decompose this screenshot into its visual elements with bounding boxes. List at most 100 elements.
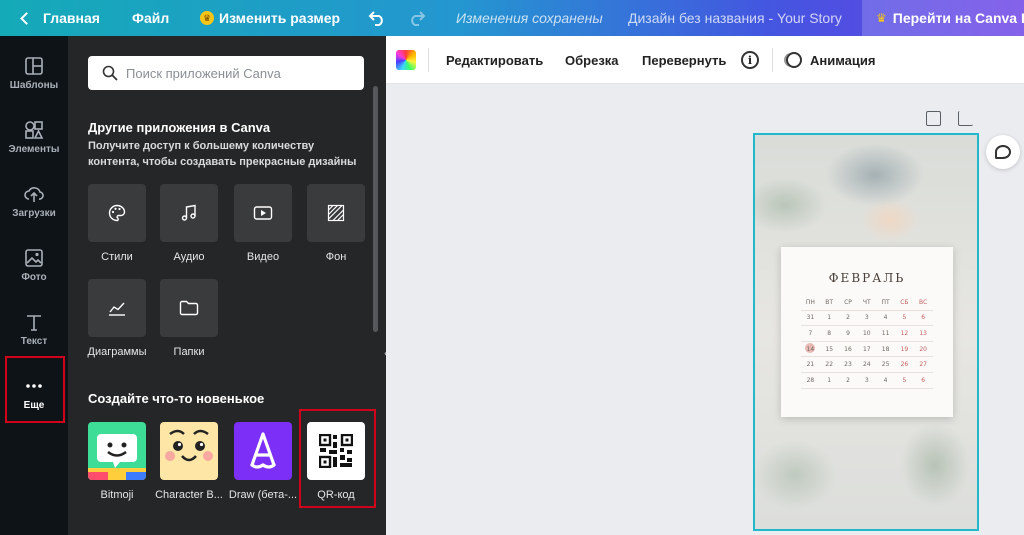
comment-icon	[995, 145, 1011, 159]
chart-icon	[109, 302, 125, 316]
app-tile-video[interactable]	[234, 184, 292, 242]
calendar-week-row: 7 8 9 10 11 12 13	[801, 326, 933, 342]
bitmoji-icon	[88, 434, 146, 480]
app-label: Draw (бета-...	[228, 489, 298, 501]
calendar-week-row: 14 15 16 17 18 19 20	[801, 342, 933, 358]
calendar-day: 8	[820, 330, 839, 337]
document-title[interactable]: Дизайн без названия - Your Story	[628, 0, 842, 36]
panel-scrollbar[interactable]	[373, 86, 378, 332]
calendar-day-number: 31	[806, 314, 815, 322]
edit-image-button[interactable]: Редактировать	[446, 36, 543, 84]
animate-button[interactable]: Анимация	[786, 36, 875, 84]
undo-icon	[368, 11, 383, 26]
calendar-day: 26	[895, 361, 914, 368]
upgrade-pro-button[interactable]: ♛ Перейти на Canva Pro	[862, 0, 1024, 36]
crop-button[interactable]: Обрезка	[565, 36, 619, 84]
redo-icon	[411, 11, 426, 26]
rail-item-photo[interactable]: Фото	[0, 242, 68, 298]
calendar-day-number: 19	[900, 345, 909, 353]
app-tile-charts[interactable]	[88, 279, 146, 337]
calendar-day-number: 22	[825, 361, 834, 369]
calendar-day-number: 20	[919, 345, 927, 353]
calendar-day-number: 6	[921, 314, 926, 322]
undo-button[interactable]	[368, 0, 386, 36]
calendar-day: 28	[801, 377, 820, 384]
calendar-day-number: 18	[881, 345, 890, 353]
rail-item-text[interactable]: Текст	[0, 306, 68, 362]
calendar-grid: ПН ВТ СР ЧТ ПТ СБ ВС 31 1 2 3 4 5 6 7 8 9 10 11 12 13…	[801, 295, 933, 389]
app-label: Character B...	[155, 489, 223, 501]
app-tile-character-builder[interactable]	[160, 422, 218, 480]
toolbar-divider	[428, 48, 429, 72]
add-page-icon[interactable]	[958, 111, 973, 126]
calendar-day-number: 5	[902, 376, 907, 384]
rail-item-uploads[interactable]: Загрузки	[0, 178, 68, 234]
pattern-icon	[327, 204, 345, 222]
app-label: Видео	[246, 251, 280, 263]
calendar-day: 2	[839, 314, 858, 321]
calendar-day: 4	[876, 314, 895, 321]
app-tile-folders[interactable]	[160, 279, 218, 337]
app-tile-audio[interactable]	[160, 184, 218, 242]
comment-button[interactable]	[986, 135, 1020, 169]
music-icon	[181, 204, 196, 221]
app-tile-draw[interactable]	[234, 422, 292, 480]
calendar-day-number: 14	[806, 345, 815, 353]
calendar-day-number: 2	[846, 314, 850, 322]
calendar-day: 13	[914, 330, 933, 337]
calendar-day-number: 6	[921, 376, 926, 384]
app-tile-styles[interactable]	[88, 184, 146, 242]
weekday-label: СР	[844, 298, 852, 306]
resize-button[interactable]: ♛ Изменить размер	[200, 0, 340, 36]
rail-item-templates[interactable]: Шаблоны	[0, 50, 68, 106]
calendar-day: 11	[876, 330, 895, 337]
calendar-day: 1	[820, 314, 839, 321]
duplicate-page-icon[interactable]	[926, 111, 941, 126]
search-box[interactable]	[88, 56, 364, 90]
rail-label: Шаблоны	[9, 80, 59, 91]
calendar-day: 23	[839, 361, 858, 368]
animate-label: Анимация	[810, 52, 876, 68]
calendar-day: 25	[876, 361, 895, 368]
editor-toolbar: Редактировать Обрезка Перевернуть i Аним…	[386, 36, 1024, 84]
search-input[interactable]	[126, 65, 346, 81]
calendar-day: 1	[820, 377, 839, 384]
calendar-card[interactable]: ФЕВРАЛЬ ПН ВТ СР ЧТ ПТ СБ ВС 31 1 2 3 4 5 6 7 8 9…	[781, 247, 953, 417]
calendar-day: 7	[801, 330, 820, 337]
flip-button[interactable]: Перевернуть	[642, 36, 726, 84]
calendar-day: 21	[801, 361, 820, 368]
info-button[interactable]: i	[741, 36, 759, 84]
calendar-day-number: 4	[883, 314, 888, 322]
home-button[interactable]: Главная	[20, 0, 100, 36]
app-tile-background[interactable]	[307, 184, 365, 242]
weekday-label: ПН	[805, 298, 815, 306]
top-bar: Главная Файл ♛ Изменить размер Изменения…	[0, 0, 1024, 36]
elements-icon	[25, 121, 44, 139]
calendar-day: 31	[801, 314, 820, 321]
templates-icon	[25, 57, 43, 75]
calendar-day-number: 23	[844, 361, 852, 369]
weekday-label: ВТ	[825, 298, 834, 306]
calendar-day: 15	[820, 346, 839, 353]
app-label: Папки	[173, 346, 205, 358]
color-picker-button[interactable]	[396, 50, 416, 70]
home-label: Главная	[43, 10, 100, 26]
calendar-day-number: 27	[919, 361, 927, 369]
other-apps-title: Другие приложения в Canva	[88, 120, 271, 135]
uploads-icon	[24, 187, 44, 202]
rail-item-elements[interactable]: Элементы	[0, 114, 68, 170]
file-menu-button[interactable]: Файл	[132, 0, 169, 36]
save-status: Изменения сохранены	[456, 10, 603, 26]
app-tile-bitmoji[interactable]	[88, 422, 146, 480]
more-highlight-frame	[5, 356, 65, 423]
calendar-day: 20	[914, 346, 933, 353]
calendar-day-number: 28	[806, 376, 815, 384]
calendar-day: 14	[801, 342, 820, 353]
calendar-day-number: 26	[900, 361, 909, 369]
redo-button[interactable]	[408, 0, 426, 36]
design-page[interactable]: ФЕВРАЛЬ ПН ВТ СР ЧТ ПТ СБ ВС 31 1 2 3 4 5 6 7 8 9…	[753, 133, 979, 531]
weekday-label: ПТ	[881, 298, 890, 306]
rail-label: Текст	[20, 336, 48, 347]
side-rail: Шаблоны Элементы Загрузки Фото Текст Еще	[0, 36, 68, 535]
calendar-day: 24	[857, 361, 876, 368]
